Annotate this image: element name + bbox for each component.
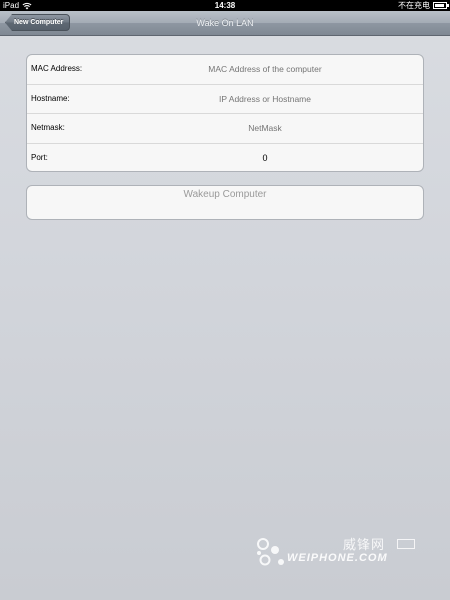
charge-status: 不在充电 (398, 1, 430, 10)
hostname-label: Hostname: (31, 93, 70, 103)
watermark-chinese-text: 威锋网 (343, 538, 386, 553)
watermark-english-text: WEIPHONE.COM (287, 552, 388, 564)
navigation-bar: New Computer Wake On LAN (0, 11, 450, 36)
mac-address-row[interactable]: MAC Address: (27, 55, 423, 85)
mac-address-field[interactable] (117, 55, 413, 83)
hostname-field[interactable] (117, 84, 413, 113)
netmask-row[interactable]: Netmask: (27, 114, 423, 144)
watermark-box (397, 539, 415, 549)
status-time: 14:38 (214, 1, 236, 10)
netmask-field[interactable] (117, 114, 413, 142)
wakeup-computer-button[interactable]: Wakeup Computer (26, 185, 424, 220)
weiphone-logo-icon (257, 538, 284, 566)
page-title: Wake On LAN (196, 18, 254, 28)
port-field[interactable]: 0 (117, 144, 413, 172)
port-row[interactable]: Port: 0 (27, 144, 423, 172)
battery-icon (433, 2, 449, 9)
netmask-label: Netmask: (31, 123, 65, 132)
back-button[interactable]: New Computer (5, 14, 71, 31)
settings-form: MAC Address: Hostname: Netmask: Port: 0 (26, 54, 424, 172)
hostname-row[interactable]: Hostname: (27, 84, 423, 114)
mac-address-label: MAC Address: (31, 64, 83, 73)
port-label: Port: (31, 152, 48, 162)
status-right: 不在充电 (398, 0, 449, 11)
status-bar: iPad 14:38 不在充电 (0, 0, 450, 11)
watermark: 威锋网 WEIPHONE.COM (255, 530, 435, 580)
screen: iPad 14:38 不在充电 New Computer Wake On LAN… (0, 0, 450, 600)
